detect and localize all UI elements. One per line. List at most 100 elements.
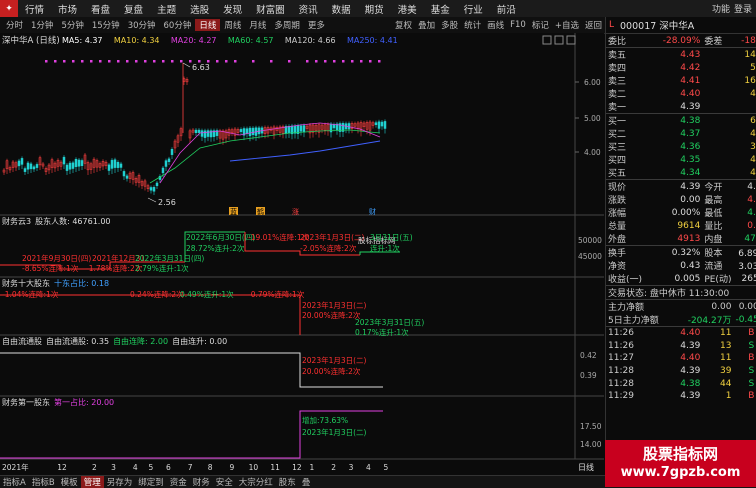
ind4-tick-1: 17.50 [580, 422, 602, 431]
candle-body [293, 125, 297, 134]
candle-body [107, 164, 111, 171]
quote-val: 265.5 [741, 273, 756, 284]
bottom-tab-7[interactable]: 财务 [190, 476, 213, 488]
bottom-tab-0[interactable]: 指标A [0, 476, 29, 488]
candle-body [251, 127, 255, 135]
quote-key: 委比 [608, 37, 627, 47]
menu-item-1[interactable]: 市场 [51, 2, 84, 16]
menu-item-3[interactable]: 复盘 [117, 2, 150, 16]
login-button[interactable]: 登录 [734, 2, 752, 15]
candle-body [17, 160, 21, 167]
menu-item-14[interactable]: 前沿 [490, 2, 523, 16]
date-tick-3: 3 [111, 463, 116, 472]
bottom-tab-5[interactable]: 绑定到 [135, 476, 167, 488]
tick-qty: 39 [720, 366, 732, 377]
quote-key: 涨幅 [608, 209, 627, 219]
quote-val: 4913 [677, 233, 701, 244]
price-tick-1: 5.00 [584, 114, 601, 123]
tool-button-0[interactable]: 复权 [392, 19, 415, 31]
menu-item-11[interactable]: 港美 [391, 2, 424, 16]
menu-item-8[interactable]: 资讯 [292, 2, 325, 16]
stock-name[interactable]: 000017 深中华A [620, 18, 694, 32]
tool-button-5[interactable]: F10 [507, 20, 529, 30]
candle-body [239, 129, 243, 132]
app-logo-icon[interactable]: ✦ [0, 0, 18, 17]
quote-val: -1825 [741, 35, 756, 46]
date-tick-1: 12 [57, 463, 67, 472]
menu-item-13[interactable]: 行业 [457, 2, 490, 16]
menu-item-4[interactable]: 主题 [150, 2, 183, 16]
bottom-tab-8[interactable]: 安全 [213, 476, 236, 488]
candle-body [200, 130, 204, 137]
ask-label: 卖三 [608, 77, 627, 87]
quote-val: 0.005 [674, 273, 701, 284]
period-tab-1[interactable]: 1分钟 [27, 19, 57, 31]
candle-body [74, 158, 78, 168]
bid-qty: 441 [750, 154, 756, 165]
menu-item-2[interactable]: 看盘 [84, 2, 117, 16]
bottom-tab-4[interactable]: 另存为 [104, 476, 136, 488]
bottom-tab-6[interactable]: 资金 [167, 476, 190, 488]
tool-button-2[interactable]: 多股 [438, 19, 461, 31]
watermark-line2: www.7gpzb.com [620, 465, 741, 480]
ask-label: 卖二 [608, 90, 627, 100]
tick-time: 11:26 [608, 340, 634, 351]
kline-chart-area[interactable]: 深中华A (日线) MA5: 4.37 MA10: 4.34 MA20: 4.27 M… [0, 33, 604, 475]
candle-body [332, 124, 336, 129]
menu-item-7[interactable]: 财富圈 [249, 2, 292, 16]
signal-dot [126, 60, 129, 63]
quote-key: 净资 [608, 262, 627, 272]
mainflow-val: 0.00 [660, 299, 734, 313]
period-tab-4[interactable]: 30分钟 [124, 19, 160, 31]
bottom-tab-10[interactable]: 股东 [276, 476, 299, 488]
candle-body [65, 164, 69, 171]
candle-body [32, 166, 36, 170]
bottom-tab-3[interactable]: 管理 [80, 476, 104, 488]
period-tab-9[interactable]: 多周期 [270, 19, 304, 31]
tool-button-6[interactable]: 标记 [529, 19, 552, 31]
period-tab-5[interactable]: 60分钟 [160, 19, 196, 31]
period-tab-6[interactable]: 日线 [195, 19, 221, 31]
bottom-tab-1[interactable]: 指标B [29, 476, 58, 488]
bottom-tab-2[interactable]: 模板 [58, 476, 81, 488]
ma-label-3: MA60: 4.57 [228, 36, 274, 45]
menu-item-9[interactable]: 数据 [325, 2, 358, 16]
function-button[interactable]: 功能 [712, 2, 730, 15]
bid-label: 买二 [608, 130, 627, 140]
date-tick-16: 4 [366, 463, 371, 472]
candle-body [245, 128, 249, 134]
tool-button-8[interactable]: 返回 [582, 19, 605, 31]
period-tab-0[interactable]: 分时 [2, 19, 27, 31]
period-tab-8[interactable]: 月线 [245, 19, 270, 31]
tool-button-1[interactable]: 叠加 [415, 19, 438, 31]
tick-price: 4.40 [660, 325, 703, 340]
menu-item-12[interactable]: 基金 [424, 2, 457, 16]
price-tick-0: 6.00 [584, 78, 601, 87]
tick-dir: S [748, 340, 755, 351]
quote-val: 6.89亿 [733, 245, 756, 259]
bid-label: 买五 [608, 169, 627, 179]
ma-label-1: MA10: 4.34 [114, 36, 160, 45]
bottom-tab-9[interactable]: 大宗分红 [236, 476, 276, 488]
tool-button-7[interactable]: +自选 [552, 19, 582, 31]
signal-dot [45, 60, 48, 63]
bid-qty: 357 [750, 141, 756, 152]
period-tab-10[interactable]: 更多 [304, 19, 329, 31]
period-tab-3[interactable]: 15分钟 [88, 19, 124, 31]
period-tab-7[interactable]: 周线 [220, 19, 245, 31]
menu-item-6[interactable]: 发现 [216, 2, 249, 16]
quote-val: 0.00 [680, 194, 701, 205]
signal-dot [144, 60, 147, 63]
bottom-tab-11[interactable]: 叠 [299, 476, 314, 488]
date-tick-12: 12 [292, 463, 302, 472]
period-tab-2[interactable]: 5分钟 [57, 19, 87, 31]
ind3-tick-1: 0.42 [580, 351, 597, 360]
ask-qty: 477 [750, 88, 756, 99]
candle-body [164, 160, 168, 167]
tool-button-3[interactable]: 统计 [461, 19, 484, 31]
menu-item-5[interactable]: 选股 [183, 2, 216, 16]
quote-key: 量比 [704, 222, 723, 232]
menu-item-10[interactable]: 期货 [358, 2, 391, 16]
menu-item-0[interactable]: 行情 [18, 2, 51, 16]
tool-button-4[interactable]: 画线 [484, 19, 507, 31]
